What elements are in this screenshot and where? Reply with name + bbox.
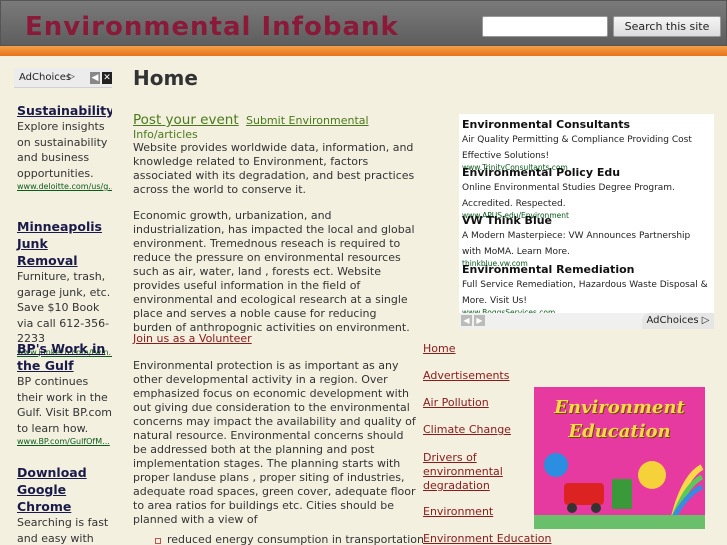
left-ad-item[interactable]: Sustainability Explore insights on susta… xyxy=(17,102,112,192)
adchoices-label[interactable]: AdChoices xyxy=(647,315,699,326)
adchoices-icon[interactable]: ▷ xyxy=(68,72,75,82)
adchoices-badge[interactable]: AdChoices ▷ xyxy=(642,313,714,329)
ad-url[interactable]: www.BP.com/GulfOfM... xyxy=(17,436,112,447)
nav-environment[interactable]: Environment xyxy=(423,505,493,519)
search-button[interactable]: Search this site xyxy=(613,16,721,37)
left-ad-column: AdChoices ▷ ◀ ✕ Sustainability Explore i… xyxy=(14,68,112,545)
education-illustration-icon xyxy=(534,453,705,529)
right-ad-box: Environmental Consultants Air Quality Pe… xyxy=(459,114,714,329)
ad-body: Air Quality Permitting & Compliance Prov… xyxy=(462,135,692,161)
environment-education-image[interactable]: Environment Education xyxy=(534,387,705,529)
right-ad-item[interactable]: VW Think Blue A Modern Masterpiece: VW A… xyxy=(462,214,712,266)
submit-info-line-2[interactable]: Info/articles xyxy=(133,128,198,142)
right-ad-item[interactable]: Environmental Remediation Full Service R… xyxy=(462,263,712,315)
ad-title[interactable]: VW Think Blue xyxy=(462,214,712,228)
ad-body: Full Service Remediation, Hazardous Wast… xyxy=(462,280,708,306)
site-header: Environmental Infobank Search this site xyxy=(0,0,727,46)
ad-body: Searching is fast and easy with Google's… xyxy=(17,516,109,545)
nav-home[interactable]: Home xyxy=(423,342,455,356)
list-item: reduced energy consumption in transporta… xyxy=(167,533,425,545)
ad-body: BP continues their work in the Gulf. Vis… xyxy=(17,375,112,435)
submit-info-link[interactable]: Submit Environmental Info/articles xyxy=(133,114,371,141)
ad-body: A Modern Masterpiece: VW Announces Partn… xyxy=(462,231,691,257)
protection-paragraph: Environmental protection is as important… xyxy=(133,359,416,526)
list-bullet-icon xyxy=(155,538,161,544)
ad-title[interactable]: Sustainability xyxy=(17,102,112,119)
volunteer-link[interactable]: Join us as a Volunteer xyxy=(133,332,252,345)
growth-paragraph: Economic growth, urbanization, and indus… xyxy=(133,209,415,334)
next-arrow-icon[interactable]: ▶ xyxy=(474,315,485,326)
site-title[interactable]: Environmental Infobank xyxy=(25,12,399,42)
ad-title[interactable]: Environmental Consultants xyxy=(462,118,712,132)
prev-arrow-icon[interactable]: ◀ xyxy=(90,72,100,84)
left-ad-item[interactable]: Minneapolis Junk Removal Furniture, tras… xyxy=(17,218,112,358)
nav-environment-education[interactable]: Environment Education xyxy=(423,532,552,545)
ad-url[interactable]: www.deloitte.com/us/g... xyxy=(17,181,112,192)
ad-title[interactable]: Minneapolis Junk Removal xyxy=(17,218,107,269)
ad-body: Explore insights on sustainability and b… xyxy=(17,120,108,180)
page-title: Home xyxy=(133,66,198,90)
nav-air-pollution[interactable]: Air Pollution xyxy=(423,396,489,410)
left-ad-item[interactable]: BP's Work in the Gulf BP continues their… xyxy=(17,340,112,447)
adchoices-icon[interactable]: ▷ xyxy=(702,315,710,326)
ad-title[interactable]: BP's Work in the Gulf xyxy=(17,340,112,374)
adchoices-label[interactable]: AdChoices xyxy=(19,72,71,83)
prev-arrow-icon[interactable]: ◀ xyxy=(461,315,472,326)
right-ad-item[interactable]: Environmental Consultants Air Quality Pe… xyxy=(462,118,712,170)
ad-title[interactable]: Environmental Remediation xyxy=(462,263,712,277)
ad-title[interactable]: Environmental Policy Edu xyxy=(462,166,712,180)
header-accent-bar xyxy=(0,46,727,56)
nav-advertisements[interactable]: Advertisements xyxy=(423,369,509,383)
left-ad-item[interactable]: Download Google Chrome Searching is fast… xyxy=(17,464,112,545)
ad-body: Furniture, trash, garage junk, etc. Save… xyxy=(17,270,111,345)
ad-title[interactable]: Download Google Chrome xyxy=(17,464,112,515)
post-event-link[interactable]: Post your event xyxy=(133,112,239,128)
nav-drivers-degradation[interactable]: Drivers of environmental degradation xyxy=(423,451,503,493)
search-input[interactable] xyxy=(482,16,608,37)
nav-climate-change[interactable]: Climate Change xyxy=(423,423,511,437)
adchoices-bar: AdChoices ▷ ◀ ✕ xyxy=(14,68,112,88)
right-ad-item[interactable]: Environmental Policy Edu Online Environm… xyxy=(462,166,712,218)
submit-info-line-1[interactable]: Submit Environmental xyxy=(246,114,369,127)
intro-paragraph: Website provides worldwide data, informa… xyxy=(133,141,415,196)
close-icon[interactable]: ✕ xyxy=(102,72,112,84)
ad-body: Online Environmental Studies Degree Prog… xyxy=(462,183,675,209)
